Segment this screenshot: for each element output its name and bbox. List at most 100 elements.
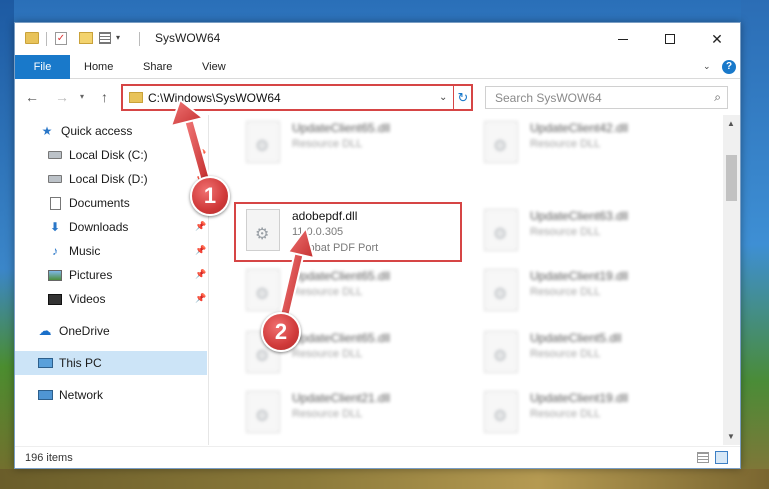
file-tile[interactable]: UpdateClient21.dll Resource DLL <box>240 387 470 443</box>
file-name: UpdateClient65.dll <box>292 331 391 345</box>
status-bar: 196 items <box>15 446 740 468</box>
dll-file-icon <box>484 269 518 311</box>
customize-list-icon[interactable] <box>99 32 111 44</box>
sidebar-item-pictures[interactable]: Pictures 📌 <box>15 263 207 287</box>
file-type: Resource DLL <box>530 226 601 238</box>
file-name: UpdateClient19.dll <box>530 269 629 283</box>
file-type: Resource DLL <box>530 348 601 360</box>
file-tile[interactable]: UpdateClient63.dll Resource DLL <box>478 205 708 261</box>
recent-locations-chevron-icon[interactable]: ▾ <box>80 92 84 101</box>
file-tile[interactable]: UpdateClient19.dll Resource DLL <box>478 387 708 443</box>
sidebar-item-label: Network <box>59 388 104 402</box>
dll-file-icon <box>484 209 518 251</box>
file-name: UpdateClient42.dll <box>530 121 629 135</box>
sidebar-item-label: Local Disk (C:) <box>69 148 148 162</box>
sidebar-item-this-pc[interactable]: This PC <box>15 351 207 375</box>
file-tile[interactable]: UpdateClient65.dll Resource DLL <box>240 117 470 173</box>
sidebar-item-label: Pictures <box>69 268 113 282</box>
computer-icon-wrap <box>37 356 53 370</box>
tab-file[interactable]: File <box>15 55 70 79</box>
large-icons-view-icon[interactable] <box>715 451 728 464</box>
explorer-window: ✓ ▾ SysWOW64 ✕ File Home Share View ⌄ ? … <box>14 22 741 469</box>
download-arrow-icon: ⬇ <box>49 220 61 234</box>
new-folder-icon[interactable] <box>79 32 93 44</box>
music-note-icon: ♪ <box>52 244 58 258</box>
desktop-background-left <box>0 0 14 489</box>
drive-icon <box>48 175 62 183</box>
dll-file-icon <box>484 391 518 433</box>
scroll-up-icon[interactable]: ▲ <box>727 119 735 128</box>
up-arrow-icon[interactable]: ↑ <box>101 89 108 105</box>
callout-step-2: 2 <box>261 312 301 352</box>
sidebar-item-documents[interactable]: Documents 📌 <box>15 191 207 215</box>
tab-share[interactable]: Share <box>143 55 172 79</box>
sidebar-item-videos[interactable]: Videos 📌 <box>15 287 207 311</box>
file-name: UpdateClient65.dll <box>292 121 391 135</box>
file-type: Resource DLL <box>530 408 601 420</box>
videos-icon-wrap <box>47 292 63 306</box>
search-input[interactable]: Search SysWOW64 ⌕ <box>485 86 728 109</box>
scrollbar-thumb[interactable] <box>726 155 737 201</box>
title-bar: ✓ ▾ SysWOW64 ✕ <box>15 23 740 55</box>
pin-icon: 📌 <box>195 269 207 279</box>
dll-file-icon <box>246 391 280 433</box>
search-icon[interactable]: ⌕ <box>714 90 721 105</box>
sidebar-item-network[interactable]: Network <box>15 383 207 407</box>
sidebar-item-onedrive[interactable]: ☁ OneDrive <box>15 319 207 343</box>
computer-icon <box>37 358 53 368</box>
file-name: UpdateClient65.dll <box>292 269 391 283</box>
help-icon[interactable]: ? <box>722 60 736 74</box>
file-tile[interactable]: UpdateClient19.dll Resource DLL <box>478 265 708 321</box>
properties-check-icon[interactable]: ✓ <box>55 32 67 45</box>
chevron-down-icon[interactable]: ▾ <box>116 33 120 42</box>
pin-icon: 📌 <box>195 293 207 303</box>
sidebar-item-quick-access[interactable]: ★ Quick access <box>15 119 207 143</box>
ribbon-tabs: File Home Share View ⌄ ? <box>15 55 740 79</box>
file-name: UpdateClient19.dll <box>530 391 629 405</box>
file-type: Resource DLL <box>530 286 601 298</box>
tab-view[interactable]: View <box>202 55 226 79</box>
maximize-icon <box>665 34 675 44</box>
sidebar-item-label: Videos <box>69 292 106 306</box>
navigation-bar: ← → ▾ ↑ C:\Windows\SysWOW64 ⌄ ↻ Search S… <box>15 80 740 114</box>
details-view-icon[interactable] <box>697 452 709 463</box>
sidebar-item-label: OneDrive <box>59 324 110 338</box>
document-icon <box>49 196 61 210</box>
scroll-down-icon[interactable]: ▼ <box>727 432 735 441</box>
file-type: Resource DLL <box>292 138 363 150</box>
refresh-icon[interactable]: ↻ <box>453 86 472 109</box>
pin-icon: 📌 <box>195 245 207 255</box>
address-path[interactable]: C:\Windows\SysWOW64 <box>148 91 281 105</box>
file-type: Resource DLL <box>530 138 601 150</box>
forward-arrow-icon[interactable]: → <box>55 89 69 105</box>
sidebar-item-label: Documents <box>69 196 130 210</box>
chevron-down-icon[interactable]: ⌄ <box>439 92 447 103</box>
vertical-scrollbar[interactable]: ▲ ▼ <box>723 115 740 445</box>
file-type: Resource DLL <box>292 348 363 360</box>
file-list: UpdateClient65.dll Resource DLL UpdateCl… <box>210 115 722 445</box>
tab-home[interactable]: Home <box>84 55 113 79</box>
sidebar-item-label: Music <box>69 244 101 258</box>
file-tile[interactable]: UpdateClient5.dll Resource DLL <box>478 327 708 383</box>
dll-file-icon <box>484 331 518 373</box>
pictures-icon <box>48 269 62 281</box>
sidebar-item-music[interactable]: ♪ Music 📌 <box>15 239 207 263</box>
address-bar[interactable]: C:\Windows\SysWOW64 ⌄ ↻ <box>121 84 473 111</box>
item-count: 196 items <box>25 452 73 464</box>
drive-icon <box>48 151 62 159</box>
pictures-icon-wrap <box>47 268 63 282</box>
folder-icon[interactable] <box>25 32 39 44</box>
sidebar-item-local-disk-c[interactable]: Local Disk (C:) 📌 <box>15 143 207 167</box>
maximize-button[interactable] <box>647 23 693 55</box>
file-type: Resource DLL <box>292 286 363 298</box>
file-tile[interactable]: UpdateClient42.dll Resource DLL <box>478 117 708 173</box>
minimize-button[interactable] <box>600 23 646 55</box>
star-icon: ★ <box>41 124 53 138</box>
back-arrow-icon[interactable]: ← <box>25 89 39 105</box>
sidebar-item-local-disk-d[interactable]: Local Disk (D:) 📌 <box>15 167 207 191</box>
sidebar-item-downloads[interactable]: ⬇ Downloads 📌 <box>15 215 207 239</box>
expand-ribbon-icon[interactable]: ⌄ <box>703 61 711 72</box>
close-button[interactable]: ✕ <box>694 23 740 55</box>
sidebar-item-label: This PC <box>59 356 102 370</box>
navigation-pane: ★ Quick access Local Disk (C:) 📌 Local D… <box>15 115 209 445</box>
